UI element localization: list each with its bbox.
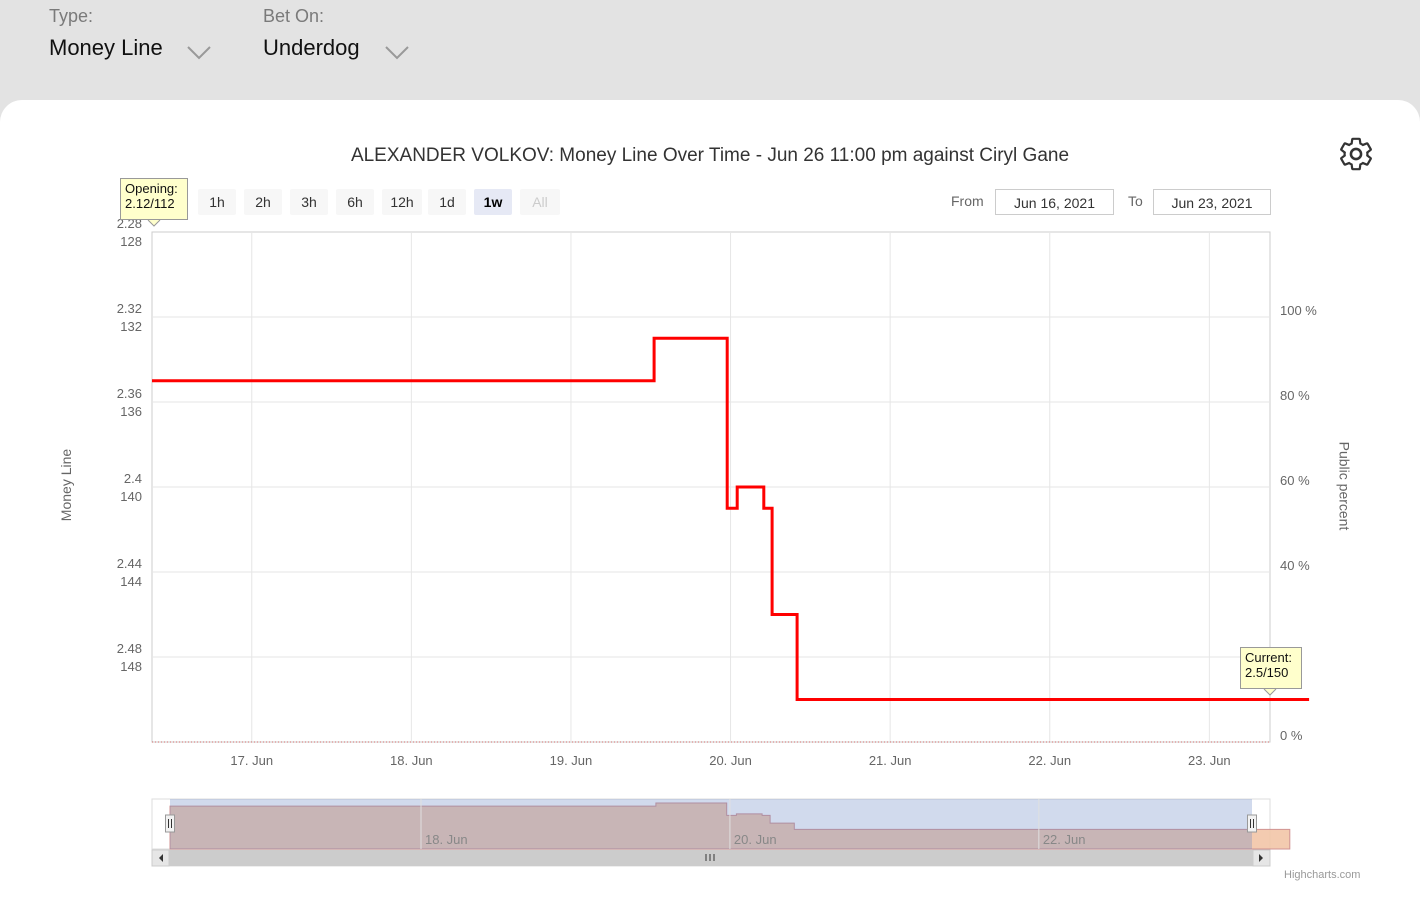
- filter-bar: Type: Money Line Bet On: Underdog: [0, 0, 1420, 100]
- type-filter-value[interactable]: Money Line: [49, 35, 163, 61]
- zoom-button-all: All: [520, 189, 560, 215]
- type-filter[interactable]: Type: Money Line: [49, 6, 211, 61]
- y-axis-title: Money Line: [58, 448, 75, 522]
- zoom-button-12h[interactable]: 12h: [382, 189, 422, 215]
- current-tooltip: Current: 2.5/150: [1240, 647, 1302, 689]
- chart-card: [0, 100, 1420, 912]
- zoom-button-1d[interactable]: 1d: [428, 189, 466, 215]
- bet-on-filter[interactable]: Bet On: Underdog: [263, 6, 409, 61]
- zoom-button-2h[interactable]: 2h: [244, 189, 282, 215]
- y2-axis-title: Public percent: [1336, 441, 1353, 531]
- highcharts-credit[interactable]: Highcharts.com: [1284, 869, 1360, 881]
- opening-tooltip-label: Opening:: [125, 181, 178, 196]
- opening-tooltip-value: 2.12/112: [125, 196, 175, 211]
- zoom-button-3h[interactable]: 3h: [290, 189, 328, 215]
- opening-tooltip: Opening: 2.12/112: [120, 178, 188, 220]
- bet-on-filter-value[interactable]: Underdog: [263, 35, 360, 61]
- bet-on-filter-label: Bet On:: [263, 6, 325, 26]
- zoom-button-6h[interactable]: 6h: [336, 189, 374, 215]
- current-tooltip-value: 2.5/150: [1245, 665, 1289, 680]
- zoom-button-1w[interactable]: 1w: [474, 189, 512, 215]
- to-label: To: [1128, 193, 1143, 209]
- chart-title: ALEXANDER VOLKOV: Money Line Over Time -…: [350, 145, 1070, 166]
- type-filter-label: Type:: [49, 6, 94, 26]
- to-date-input[interactable]: Jun 23, 2021: [1153, 189, 1271, 215]
- current-tooltip-label: Current:: [1245, 650, 1292, 665]
- chevron-down-icon[interactable]: [187, 46, 211, 60]
- from-date-input[interactable]: Jun 16, 2021: [995, 189, 1114, 215]
- zoom-button-1h[interactable]: 1h: [198, 189, 236, 215]
- from-label: From: [951, 193, 984, 209]
- chevron-down-icon[interactable]: [385, 46, 409, 60]
